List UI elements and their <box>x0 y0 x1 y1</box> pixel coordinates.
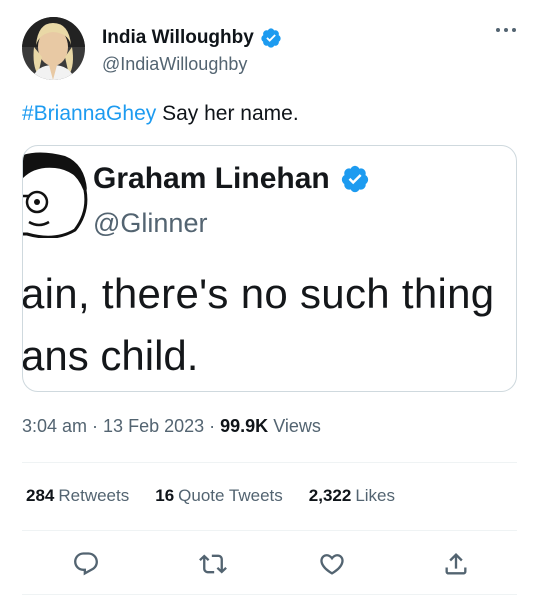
quoted-tweet-card[interactable]: Graham Linehan @Glinner ain, there's no … <box>22 145 517 392</box>
share-icon[interactable] <box>442 550 470 578</box>
tweet-time[interactable]: 3:04 am <box>22 416 87 436</box>
views-label: Views <box>268 416 321 436</box>
retweet-icon[interactable] <box>199 550 227 578</box>
reply-icon[interactable] <box>72 550 100 578</box>
tweet-date[interactable]: 13 Feb 2023 <box>103 416 204 436</box>
like-icon[interactable] <box>318 550 346 578</box>
divider <box>22 462 517 463</box>
author-handle[interactable]: @IndiaWilloughby <box>102 54 247 75</box>
tweet-body: Say her name. <box>156 102 299 125</box>
quoted-name-row: Graham Linehan <box>93 162 370 196</box>
likes-stat[interactable]: 2,322 Likes <box>309 486 395 506</box>
retweets-count: 284 <box>26 486 55 505</box>
engagement-stats: 284 Retweets 16 Quote Tweets 2,322 Likes <box>26 486 421 506</box>
author-display-name[interactable]: India Willoughby <box>102 27 254 49</box>
more-options-icon[interactable] <box>494 25 518 35</box>
retweets-label: Retweets <box>58 486 130 505</box>
action-bar <box>22 550 517 578</box>
hashtag-link[interactable]: #BriannaGhey <box>22 102 156 125</box>
likes-label: Likes <box>355 486 395 505</box>
quote-tweets-count: 16 <box>155 486 175 505</box>
verified-badge-icon <box>261 28 281 48</box>
quoted-text-line-1: ain, there's no such thing <box>22 270 495 317</box>
meta-separator: · <box>87 416 104 436</box>
author-name-row: India Willoughby <box>102 27 282 49</box>
likes-count: 2,322 <box>308 486 352 505</box>
author-avatar[interactable] <box>22 17 85 80</box>
retweets-stat[interactable]: 284 Retweets <box>26 486 129 506</box>
tweet-text: #BriannaGhey Say her name. <box>22 102 299 126</box>
quoted-display-name: Graham Linehan <box>93 162 330 195</box>
divider <box>22 594 517 595</box>
quoted-avatar <box>23 152 88 238</box>
quoted-handle: @Glinner <box>93 208 208 238</box>
tweet-header: India Willoughby @IndiaWilloughby <box>22 17 522 83</box>
meta-separator: · <box>204 416 221 436</box>
quote-tweets-label: Quote Tweets <box>178 486 283 505</box>
quote-tweets-stat[interactable]: 16 Quote Tweets <box>155 486 283 506</box>
quoted-text-line-2: ans child. <box>22 332 199 379</box>
divider <box>22 530 517 531</box>
views-count: 99.9K <box>220 416 269 436</box>
tweet-meta: 3:04 am · 13 Feb 2023 · 99.9K Views <box>22 416 321 437</box>
quoted-verified-badge-icon <box>341 165 368 193</box>
